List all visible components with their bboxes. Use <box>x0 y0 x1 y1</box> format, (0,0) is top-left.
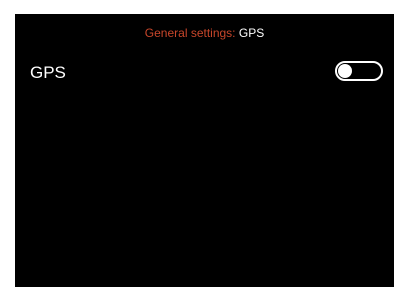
setting-row-gps[interactable]: GPS <box>30 57 383 87</box>
gps-toggle[interactable] <box>335 61 383 81</box>
device-screen: General settings: GPS GPS <box>15 14 394 287</box>
setting-label-gps: GPS <box>30 63 66 82</box>
breadcrumb-current: GPS <box>238 26 265 40</box>
breadcrumb-prefix: General settings: <box>144 26 236 40</box>
toggle-knob <box>338 64 352 78</box>
page-title: General settings: GPS <box>15 26 394 40</box>
